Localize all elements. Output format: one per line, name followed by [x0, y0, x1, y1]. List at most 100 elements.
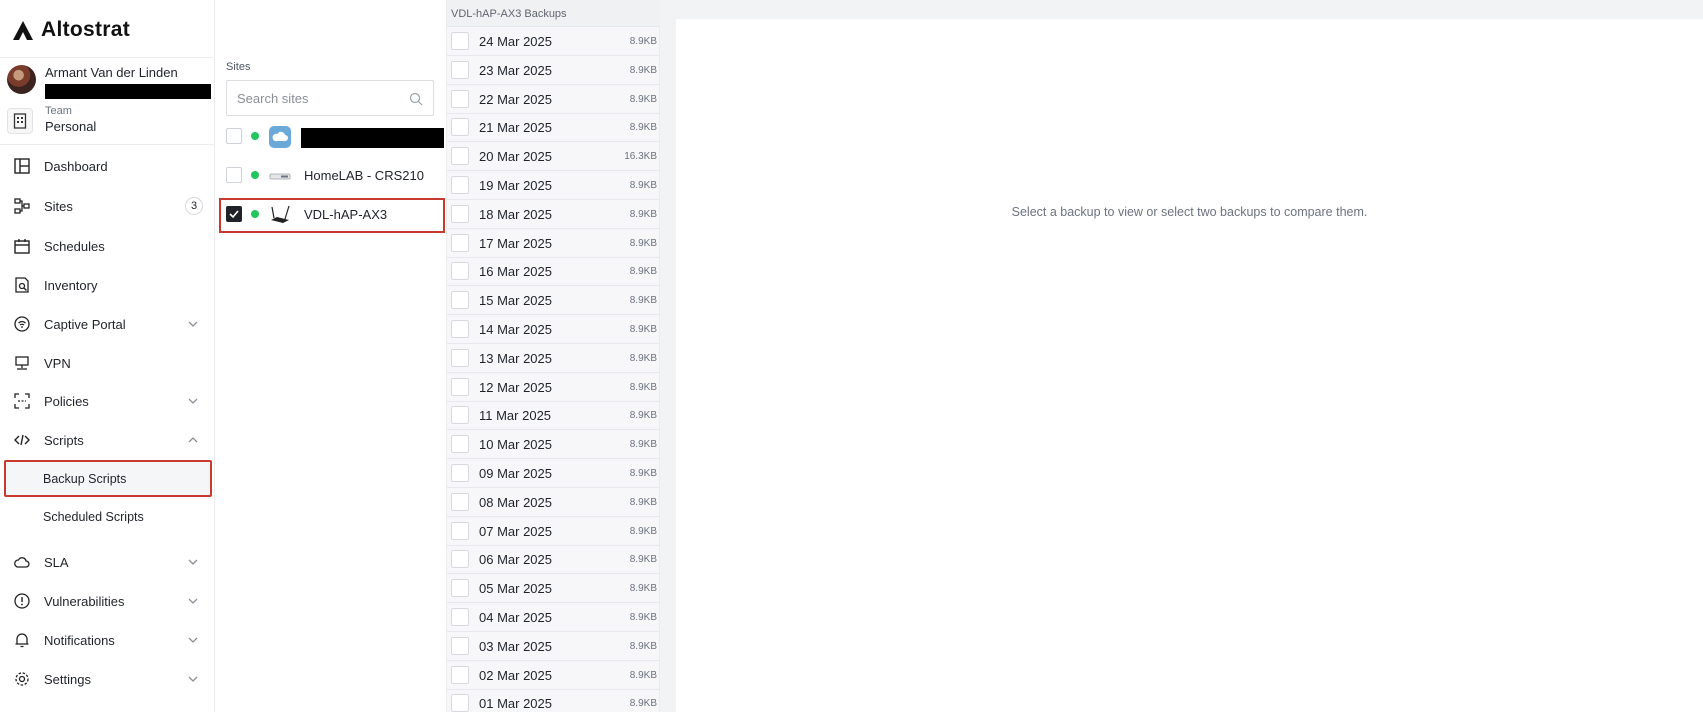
backup-date: 11 Mar 2025	[479, 408, 552, 424]
backup-checkbox[interactable]	[451, 435, 469, 454]
backup-checkbox[interactable]	[451, 492, 469, 511]
brand-logo[interactable]: Altostrat	[11, 18, 130, 42]
backup-row[interactable]: 06 Mar 2025 8.9KB	[447, 545, 661, 575]
site-row[interactable]	[215, 117, 446, 155]
backup-checkbox[interactable]	[451, 377, 469, 396]
site-row[interactable]: HomeLAB - CRS210	[215, 156, 446, 194]
backup-checkbox[interactable]	[451, 233, 469, 252]
altostrat-logo-icon	[13, 21, 33, 40]
nav-sites[interactable]: Sites 3	[0, 188, 215, 224]
backup-date: 08 Mar 2025	[479, 494, 552, 510]
backup-checkbox[interactable]	[451, 118, 469, 137]
chevron-up-icon	[188, 437, 198, 443]
backup-row[interactable]: 04 Mar 2025 8.9KB	[447, 603, 661, 632]
redacted-email	[45, 84, 211, 99]
backup-checkbox[interactable]	[451, 348, 469, 367]
nav-label: VPN	[44, 355, 71, 371]
nav-dashboard[interactable]: Dashboard	[0, 148, 215, 184]
backup-row[interactable]: 09 Mar 2025 8.9KB	[447, 459, 661, 488]
backup-row[interactable]: 12 Mar 2025 8.9KB	[447, 373, 661, 402]
backup-row[interactable]: 21 Mar 2025 8.9KB	[447, 113, 661, 143]
backup-checkbox[interactable]	[451, 464, 469, 482]
backup-checkbox[interactable]	[451, 89, 469, 108]
nav-label: Scripts	[44, 432, 84, 448]
nav-inventory[interactable]: Inventory	[0, 267, 215, 303]
backup-checkbox[interactable]	[451, 694, 469, 712]
nav-label: Vulnerabilities	[44, 593, 125, 609]
backup-size: 8.9KB	[629, 525, 657, 537]
backup-checkbox[interactable]	[451, 291, 469, 310]
nav-vpn[interactable]: VPN	[0, 345, 215, 381]
nav-vulnerabilities[interactable]: Vulnerabilities	[0, 583, 215, 619]
backup-row[interactable]: 14 Mar 2025 8.9KB	[447, 315, 661, 344]
backup-checkbox[interactable]	[451, 665, 469, 684]
backup-row[interactable]: 07 Mar 2025 8.9KB	[447, 517, 661, 546]
backup-checkbox[interactable]	[451, 32, 469, 50]
backup-checkbox[interactable]	[451, 579, 469, 598]
nav-settings[interactable]: Settings	[0, 661, 215, 697]
backup-row[interactable]: 02 Mar 2025 8.9KB	[447, 661, 661, 690]
backup-row[interactable]: 19 Mar 2025 8.9KB	[447, 171, 661, 200]
backup-row[interactable]: 13 Mar 2025 8.9KB	[447, 344, 661, 373]
backup-row[interactable]: 16 Mar 2025 8.9KB	[447, 257, 661, 287]
backup-row[interactable]: 23 Mar 2025 8.9KB	[447, 56, 661, 85]
backup-checkbox[interactable]	[451, 521, 469, 540]
backup-checkbox[interactable]	[451, 204, 469, 223]
nav-backup-scripts[interactable]: Backup Scripts	[43, 472, 126, 486]
search-input[interactable]	[237, 90, 407, 106]
backup-checkbox[interactable]	[451, 406, 469, 425]
nav-schedules[interactable]: Schedules	[0, 228, 215, 264]
chevron-down-icon	[188, 398, 198, 404]
backup-date: 07 Mar 2025	[479, 523, 552, 539]
site-checkbox[interactable]	[226, 128, 242, 144]
nav-scheduled-scripts[interactable]: Scheduled Scripts	[43, 510, 144, 524]
backup-checkbox[interactable]	[451, 60, 469, 79]
backup-row[interactable]: 17 Mar 2025 8.9KB	[447, 229, 661, 258]
site-name: HomeLAB - CRS210	[304, 168, 424, 183]
alert-icon	[13, 592, 31, 610]
user-name: Armant Van der Linden	[45, 65, 178, 80]
backup-row[interactable]: 03 Mar 2025 8.9KB	[447, 632, 661, 661]
backup-row[interactable]: 22 Mar 2025 8.9KB	[447, 85, 661, 114]
backup-size: 8.9KB	[629, 237, 657, 249]
backup-date: 21 Mar 2025	[479, 120, 552, 136]
nav-notifications[interactable]: Notifications	[0, 622, 215, 658]
backup-date: 13 Mar 2025	[479, 350, 552, 366]
cloud-device-icon	[269, 126, 291, 148]
backups-title: VDL-hAP-AX3 Backups	[451, 8, 567, 20]
backup-row[interactable]: 20 Mar 2025 16.3KB	[447, 142, 661, 172]
team-switcher[interactable]: Team Personal	[7, 104, 212, 138]
backup-checkbox[interactable]	[451, 147, 469, 166]
backup-size: 16.3KB	[624, 151, 657, 163]
backup-row[interactable]: 18 Mar 2025 8.9KB	[447, 200, 661, 229]
backup-checkbox[interactable]	[451, 320, 469, 338]
site-checkbox[interactable]	[226, 167, 242, 183]
backup-row[interactable]: 24 Mar 2025 8.9KB	[447, 27, 661, 56]
cloud-icon	[13, 553, 31, 571]
backup-row[interactable]: 08 Mar 2025 8.9KB	[447, 488, 661, 517]
backup-size: 8.9KB	[629, 554, 657, 566]
nav-sla[interactable]: SLA	[0, 544, 215, 580]
backups-header: VDL-hAP-AX3 Backups	[447, 0, 661, 27]
site-search[interactable]	[226, 80, 434, 116]
nav-policies[interactable]: Policies	[0, 383, 215, 419]
nav-scripts[interactable]: Scripts	[0, 422, 215, 458]
backup-size: 8.9KB	[629, 583, 657, 595]
backup-row[interactable]: 10 Mar 2025 8.9KB	[447, 430, 661, 460]
gear-icon	[13, 670, 31, 688]
backup-checkbox[interactable]	[451, 550, 469, 569]
backup-row[interactable]: 05 Mar 2025 8.9KB	[447, 574, 661, 604]
backup-size: 8.9KB	[629, 266, 657, 278]
backup-row[interactable]: 01 Mar 2025 8.9KB	[447, 689, 661, 712]
backup-size: 8.9KB	[629, 36, 657, 47]
backup-date: 22 Mar 2025	[479, 91, 552, 107]
backup-checkbox[interactable]	[451, 636, 469, 655]
team-label: Team	[45, 105, 72, 117]
backup-checkbox[interactable]	[451, 176, 469, 194]
nav-captive-portal[interactable]: Captive Portal	[0, 306, 215, 342]
backup-row[interactable]: 15 Mar 2025 8.9KB	[447, 286, 661, 316]
backup-row[interactable]: 11 Mar 2025 8.9KB	[447, 401, 661, 431]
backup-checkbox[interactable]	[451, 608, 469, 626]
backup-size: 8.9KB	[629, 180, 657, 191]
backup-checkbox[interactable]	[451, 262, 469, 281]
